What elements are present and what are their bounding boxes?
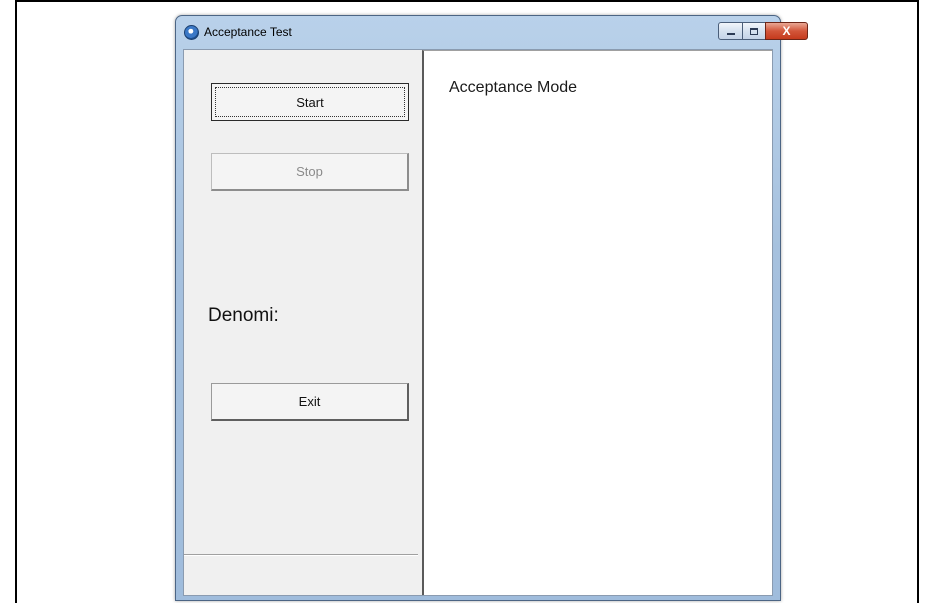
app-window: Acceptance Test X Start Stop Denomi: Exi… [175,15,808,601]
window-title: Acceptance Test [204,25,292,39]
minimize-button[interactable] [718,22,743,40]
client-area: Start Stop Denomi: Exit Acceptance Mode [183,49,773,596]
mode-text: Acceptance Mode [449,79,578,96]
left-panel: Start Stop Denomi: Exit [184,50,422,595]
title-bar[interactable]: Acceptance Test X [176,16,808,48]
minimize-icon [726,33,735,35]
close-icon: X [782,24,791,38]
maximize-icon [750,27,758,35]
exit-button[interactable]: Exit [211,383,409,421]
output-panel: Acceptance Mode [422,50,772,595]
start-button[interactable]: Start [211,83,409,121]
stop-button[interactable]: Stop [211,153,409,191]
maximize-button[interactable] [742,22,766,40]
denomi-label: Denomi: [208,305,279,326]
status-divider-highlight [184,555,418,556]
app-icon [184,25,199,40]
close-button[interactable]: X [765,22,808,40]
